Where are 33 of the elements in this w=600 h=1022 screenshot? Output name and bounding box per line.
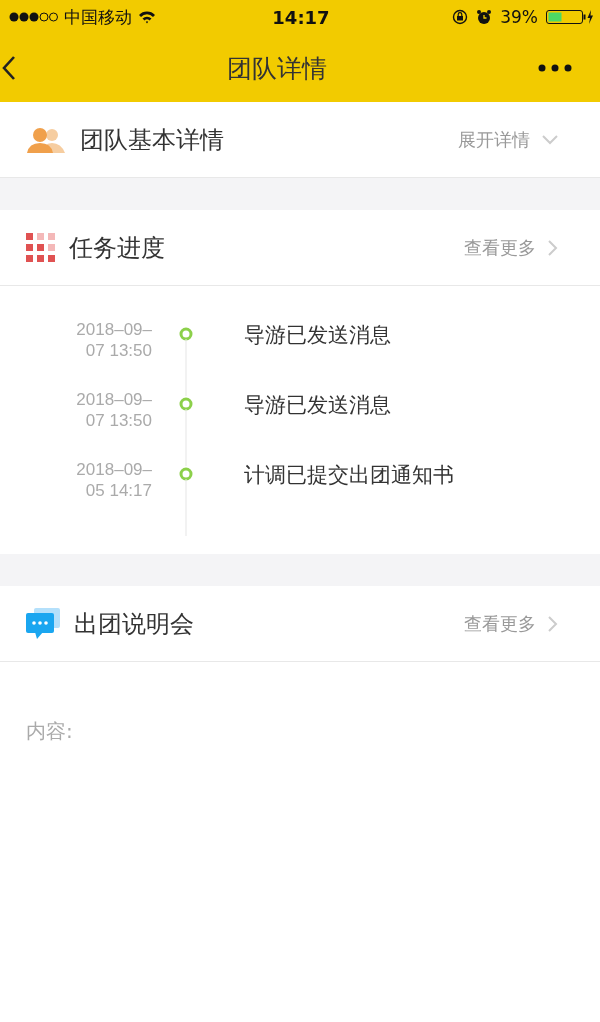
section-link[interactable]: 查看更多 [464,235,536,260]
section-title: 出团说明会 [74,608,195,640]
rotation-lock-icon [452,9,469,25]
timeline-node-icon [178,396,194,466]
timeline-time: 2018–09–07 13:50 [75,389,152,431]
section-title: 任务进度 [69,232,166,264]
wifi-icon [138,10,156,24]
signal-icon [8,11,58,23]
battery-percentage: 39% [500,7,538,27]
battery-icon [546,9,594,25]
content-label: 内容: [26,719,73,743]
page-title: 团队详情 [227,52,327,85]
alarm-clock-icon [476,9,493,25]
section-link[interactable]: 展开详情 [458,127,530,152]
timeline-event: 导游已发送消息 [244,322,391,349]
grid-icon [26,233,55,262]
timeline-event: 计调已提交出团通知书 [244,462,454,489]
section-title: 团队基本详情 [80,124,225,156]
more-icon[interactable] [538,64,572,72]
people-icon [26,125,66,154]
back-icon[interactable] [2,55,16,81]
timeline-time: 2018–09–07 13:50 [75,319,152,361]
section-link[interactable]: 查看更多 [464,611,536,636]
chevron-right-icon [548,615,558,632]
chat-bubble-icon [26,607,60,640]
timeline-event: 导游已发送消息 [244,392,391,419]
clock-time: 14:17 [272,6,330,28]
timeline-node-icon [178,466,194,536]
chevron-right-icon [548,239,558,256]
carrier-name: 中国移动 [64,5,132,29]
timeline-node-icon [178,326,194,396]
timeline-time: 2018–09–05 14:17 [75,459,152,501]
chevron-down-icon [542,134,558,145]
